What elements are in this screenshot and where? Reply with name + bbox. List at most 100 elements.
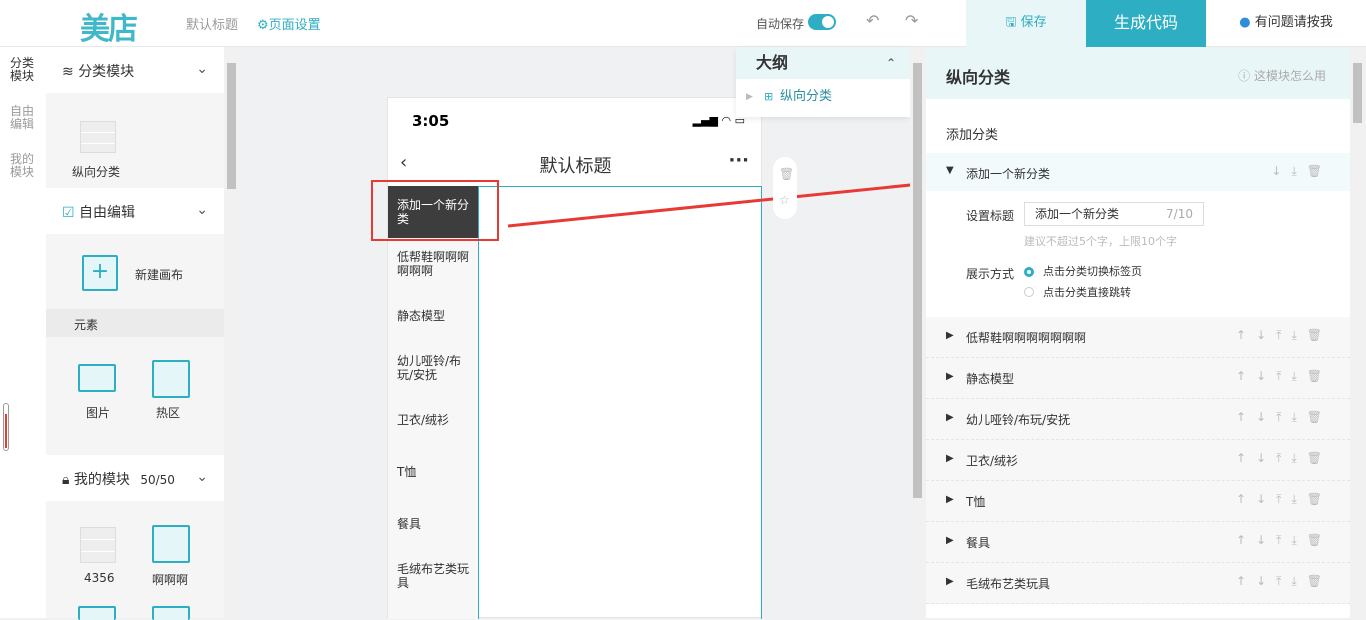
row-ops-icons[interactable]: ↑↓⤒⤓🗑︎: [1236, 574, 1332, 589]
title-input[interactable]: 添加一个新分类 7/10: [1024, 202, 1204, 226]
left-scrollbar[interactable]: [224, 47, 240, 618]
category-row[interactable]: ▶ 卫衣/绒衫 ↑↓⤒⤓🗑︎: [926, 440, 1350, 481]
my-modules-count: 50/50: [140, 473, 175, 487]
vertical-category-tile[interactable]: 纵向分类: [66, 117, 146, 181]
tools-bar: 🗑︎ ☆: [773, 157, 797, 219]
outline-item-label: 纵向分类: [780, 89, 833, 104]
help-label: 有问题请按我: [1254, 15, 1333, 30]
hotspot-tile[interactable]: 热区: [152, 360, 192, 420]
plus-icon: +: [82, 255, 118, 291]
canvas-scrollbar[interactable]: [910, 47, 926, 618]
edit-icon: [152, 525, 190, 563]
category-item[interactable]: 毛绒布艺类玩具: [397, 562, 472, 590]
undo-icon[interactable]: ↶: [866, 11, 879, 30]
settings-header: 纵向分类 ⓘ 这模块怎么用: [926, 47, 1350, 99]
module-4356-label: 4356: [84, 571, 115, 585]
category-item[interactable]: 卫衣/绒衫: [397, 413, 472, 427]
expanded-category-header[interactable]: ▼ 添加一个新分类 ↓⤓🗑︎: [926, 153, 1350, 191]
hotspot-icon: [152, 360, 190, 398]
question-icon: ⓘ: [1238, 69, 1254, 83]
caret-right-icon: ▶: [946, 576, 954, 587]
category-item[interactable]: 静态模型: [397, 309, 472, 323]
row-ops-icons[interactable]: ↑↓⤒⤓🗑︎: [1236, 410, 1332, 425]
chevron-down-icon: ⌄: [196, 61, 208, 77]
nav-free-edit[interactable]: 自由编辑: [10, 105, 38, 131]
mode-tab-label: 点击分类切换标签页: [1043, 265, 1142, 278]
category-row-label: T恤: [966, 495, 986, 509]
display-mode-label: 展示方式: [966, 267, 1015, 281]
image-tile[interactable]: 图片: [78, 362, 118, 422]
category-row[interactable]: ▶ 静态模型 ↑↓⤒⤓🗑︎: [926, 358, 1350, 399]
expanded-ops: ↓⤓🗑︎: [1271, 164, 1332, 178]
annotation-arrow: [507, 170, 956, 228]
brand-logo[interactable]: 美店: [80, 4, 138, 48]
mode-jump-radio[interactable]: [1024, 287, 1034, 297]
chevron-up-icon: ⌃: [885, 56, 896, 70]
category-row[interactable]: ▶ 幼儿哑铃/布玩/安抚 ↑↓⤒⤓🗑︎: [926, 399, 1350, 440]
outline-panel: 大纲 ⌃ ▶ ⊞ 纵向分类: [736, 47, 910, 117]
save-button[interactable]: 🖫 保存: [966, 0, 1086, 47]
my-module-tile[interactable]: 啊啊啊: [152, 525, 196, 587]
hotspot-label: 热区: [156, 406, 181, 420]
category-row-label: 幼儿哑铃/布玩/安抚: [966, 413, 1071, 427]
autosave-label: 自动保存: [756, 17, 805, 31]
page-title[interactable]: 默认标题: [186, 14, 238, 33]
my-modules-label: 我的模块: [73, 472, 130, 488]
caret-right-icon: ▶: [946, 412, 954, 423]
zoom-slider[interactable]: [3, 403, 9, 451]
new-canvas-label: 新建画布: [135, 268, 184, 282]
title-hint: 建议不超过5个字，上限10个字: [1024, 235, 1177, 248]
category-item[interactable]: 餐具: [397, 517, 472, 531]
category-item[interactable]: 幼儿哑铃/布玩/安抚: [397, 354, 472, 382]
row-ops-icons[interactable]: ↑↓⤒⤓🗑︎: [1236, 328, 1332, 343]
add-category-label[interactable]: 添加分类: [946, 124, 998, 143]
row-ops-icons[interactable]: ↑↓⤒⤓🗑︎: [1236, 451, 1332, 466]
nav-my-modules[interactable]: 我的模块: [10, 153, 38, 179]
set-title-label: 设置标题: [966, 209, 1015, 223]
category-row[interactable]: ▶ 毛绒布艺类玩具 ↑↓⤒⤓🗑︎: [926, 563, 1350, 604]
generate-code-button[interactable]: 生成代码: [1086, 0, 1206, 47]
module-help-link[interactable]: ⓘ 这模块怎么用: [1238, 67, 1326, 84]
mode-jump-label: 点击分类直接跳转: [1043, 286, 1131, 299]
row-ops-icons[interactable]: ↑↓⤒⤓🗑︎: [1236, 533, 1332, 548]
help-drop-icon: ●: [1239, 15, 1251, 30]
page-settings-link[interactable]: ⚙页面设置: [257, 14, 321, 33]
caret-right-icon: ▶: [946, 453, 954, 464]
my-module-tile[interactable]: 4356: [78, 527, 122, 587]
image-icon: [78, 364, 116, 392]
settings-scrollbar[interactable]: [1350, 47, 1366, 618]
category-row-label: 卫衣/绒衫: [966, 454, 1019, 468]
caret-down-icon: ▼: [946, 165, 954, 176]
autosave-toggle[interactable]: [808, 14, 836, 30]
category-row[interactable]: ▶ T恤 ↑↓⤒⤓🗑︎: [926, 481, 1350, 522]
module-aaa-label: 啊啊啊: [152, 573, 189, 587]
category-item[interactable]: 低帮鞋啊啊啊啊啊啊: [397, 250, 472, 278]
outline-header[interactable]: 大纲 ⌃: [736, 47, 910, 79]
grid-icon: ⊞: [764, 90, 774, 103]
free-edit-section-header[interactable]: ☑ 自由编辑 ⌄: [46, 188, 224, 234]
help-button[interactable]: ● 有问题请按我: [1206, 0, 1366, 47]
category-row-label: 静态模型: [966, 372, 1015, 386]
category-section-header[interactable]: ≋ 分类模块 ⌄: [46, 47, 224, 93]
category-row[interactable]: ▶ 低帮鞋啊啊啊啊啊啊啊 ↑↓⤒⤓🗑︎: [926, 317, 1350, 358]
category-content-area[interactable]: [478, 186, 762, 619]
settings-panel: 纵向分类 ⓘ 这模块怎么用 添加分类 ▼ 添加一个新分类 ↓⤓🗑︎ 设置标题 添…: [926, 47, 1350, 618]
expanded-category-name: 添加一个新分类: [966, 167, 1051, 181]
new-canvas-tile[interactable]: + 新建画布: [82, 255, 212, 295]
row-ops-icons[interactable]: ↑↓⤒⤓🗑︎: [1236, 369, 1332, 384]
top-bar: 美店 默认标题 ⚙页面设置 自动保存 ↶ ↷ 🖫 保存 生成代码 ● 有问题请按…: [0, 0, 1366, 47]
category-row-label: 低帮鞋啊啊啊啊啊啊啊: [966, 331, 1087, 345]
category-item[interactable]: T恤: [397, 465, 472, 479]
nav-category-modules[interactable]: 分类模块: [10, 57, 38, 83]
star-icon[interactable]: ☆: [779, 193, 790, 207]
redo-icon[interactable]: ↷: [905, 11, 918, 30]
mode-tab-radio[interactable]: [1024, 267, 1034, 277]
chevron-down-icon: ⌄: [196, 469, 208, 485]
my-modules-section-header[interactable]: 🔒︎ 我的模块 50/50 ⌄: [46, 455, 224, 501]
delete-icon[interactable]: 🗑︎: [779, 167, 794, 181]
row-ops-icons[interactable]: ↑↓⤒⤓🗑︎: [1236, 492, 1332, 507]
outline-title: 大纲: [756, 53, 789, 72]
layers-icon: ≋: [62, 64, 79, 80]
category-row[interactable]: ▶ 餐具 ↑↓⤒⤓🗑︎: [926, 522, 1350, 563]
outline-item[interactable]: ▶ ⊞ 纵向分类: [736, 79, 910, 115]
